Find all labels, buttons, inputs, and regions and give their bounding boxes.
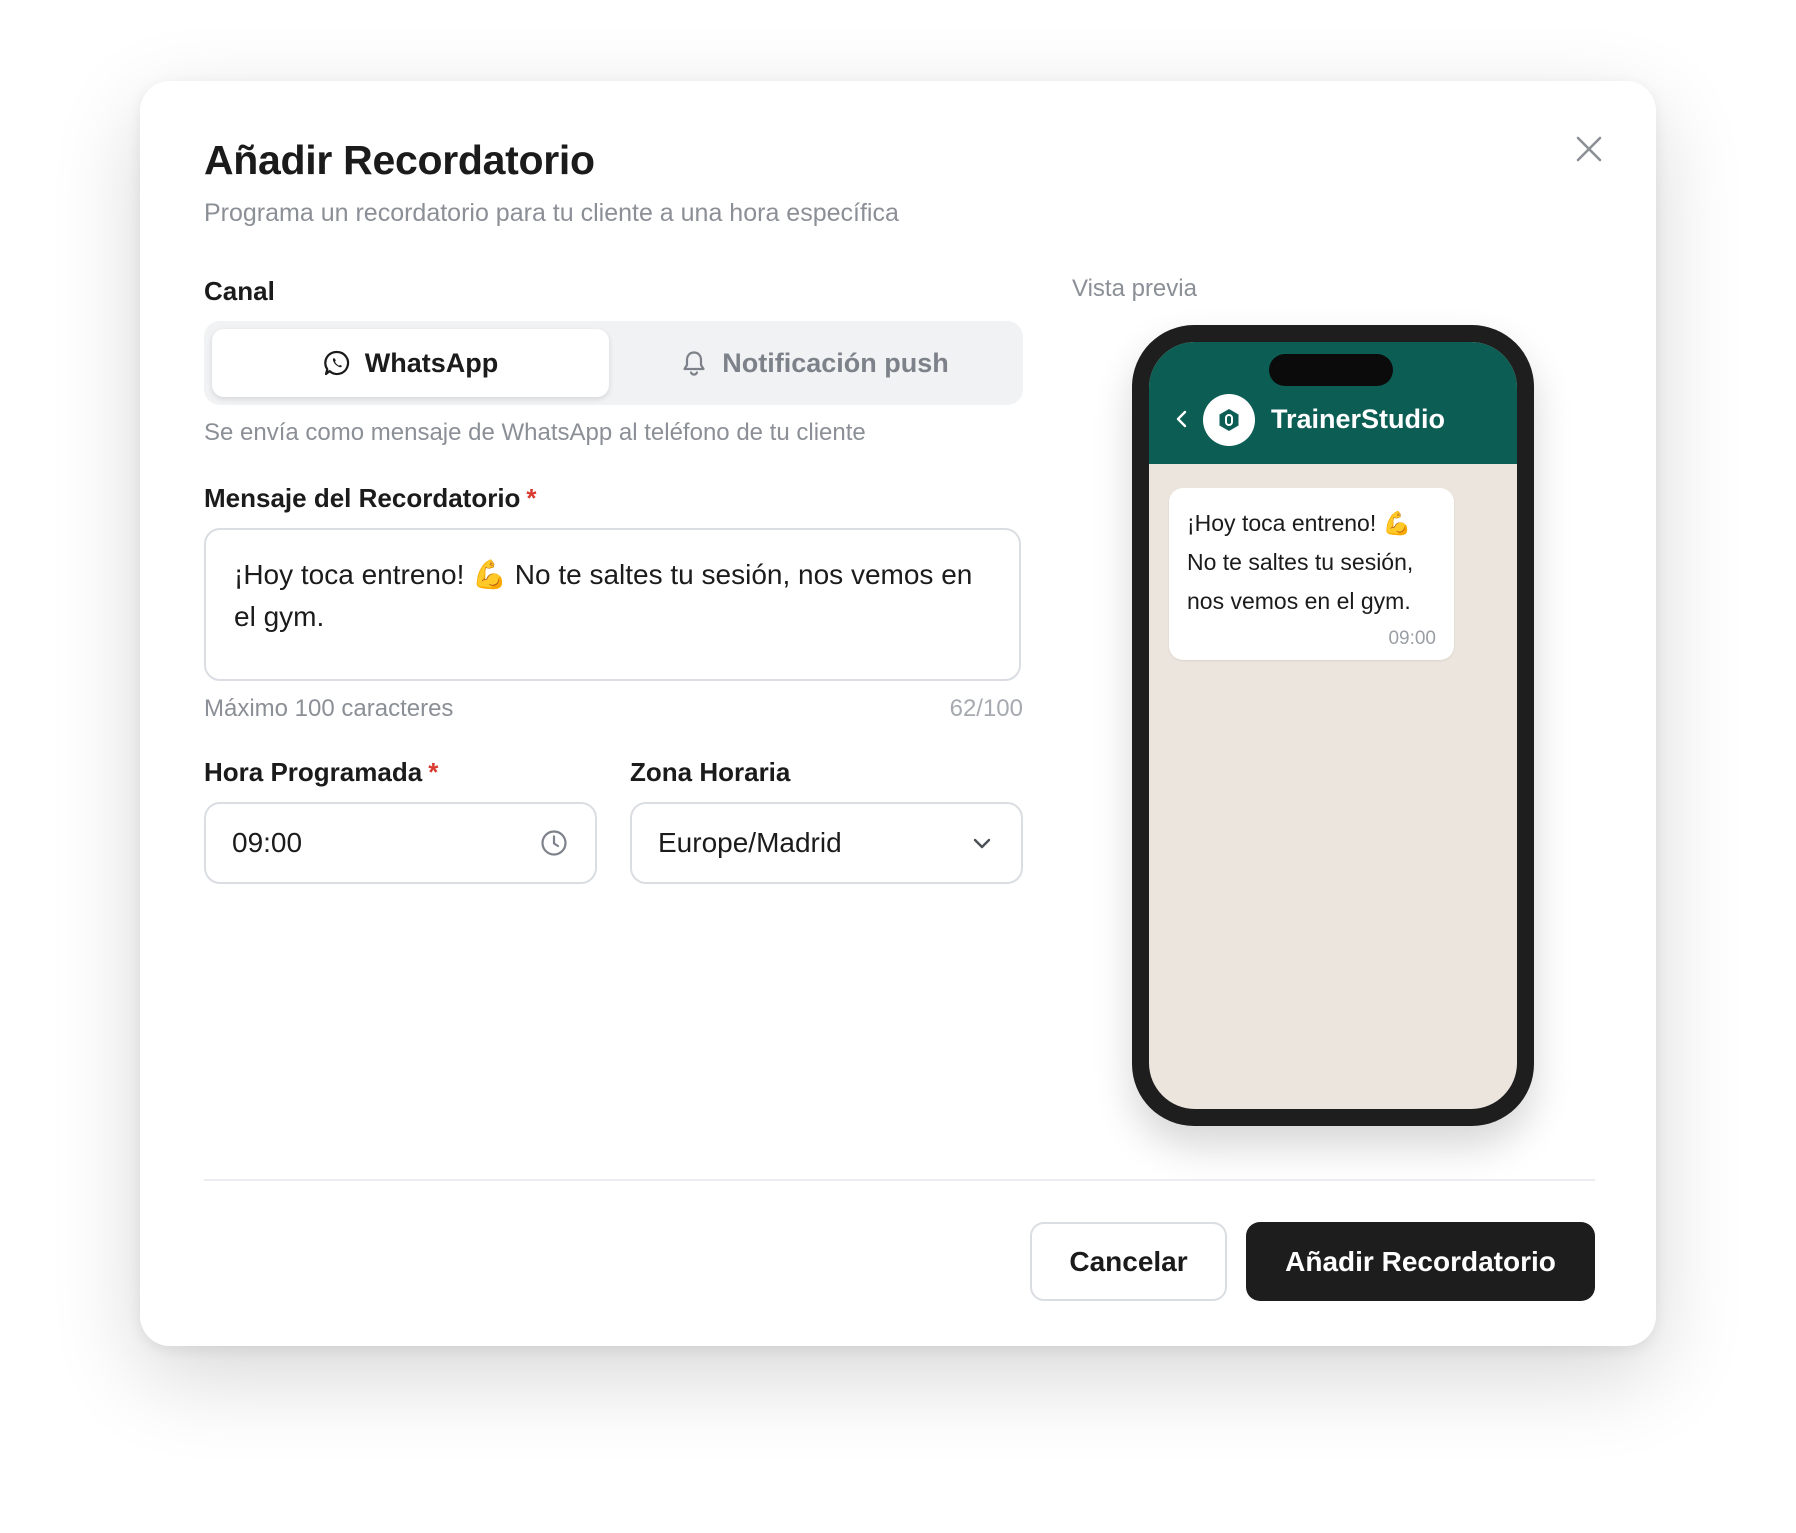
- close-icon: [1576, 136, 1602, 162]
- timezone-value: Europe/Madrid: [658, 827, 842, 858]
- dialog-subtitle: Programa un recordatorio para tu cliente…: [204, 199, 899, 227]
- time-input[interactable]: 09:00: [204, 802, 597, 884]
- back-arrow-icon: [1176, 410, 1187, 428]
- channel-segmented-control: WhatsApp Notificación push: [204, 321, 1023, 405]
- channel-label: Canal: [204, 276, 275, 306]
- required-mark: *: [526, 483, 537, 513]
- character-counter: 62/100: [949, 695, 1023, 722]
- timezone-select[interactable]: Europe/Madrid: [630, 802, 1023, 884]
- time-value: 09:00: [232, 827, 303, 858]
- message-textarea[interactable]: ¡Hoy toca entreno! 💪 No te saltes tu ses…: [204, 528, 1021, 681]
- whatsapp-chat-header: TrainerStudio: [1149, 342, 1517, 464]
- cancel-button[interactable]: Cancelar: [1030, 1222, 1227, 1301]
- time-label-text: Hora Programada: [204, 757, 423, 787]
- whatsapp-icon: [324, 350, 349, 376]
- channel-option-whatsapp-label: WhatsApp: [364, 347, 499, 378]
- message-bubble: ¡Hoy toca entreno! 💪 No te saltes tu ses…: [1169, 488, 1454, 660]
- message-hint: Máximo 100 caracteres: [204, 695, 454, 722]
- chevron-down-icon: [973, 838, 991, 849]
- trainerstudio-logo-icon: [1219, 409, 1239, 431]
- contact-avatar: [1203, 394, 1255, 446]
- preview-label: Vista previa: [1072, 275, 1197, 302]
- close-button[interactable]: [1565, 125, 1613, 173]
- footer-divider: [204, 1179, 1595, 1181]
- phone-preview: TrainerStudio ¡Hoy toca entreno! 💪 No te…: [1132, 325, 1534, 1126]
- timezone-label: Zona Horaria: [630, 757, 791, 787]
- add-reminder-button[interactable]: Añadir Recordatorio: [1246, 1222, 1595, 1301]
- contact-name: TrainerStudio: [1271, 404, 1446, 434]
- bubble-text: ¡Hoy toca entreno! 💪 No te saltes tu ses…: [1187, 510, 1414, 614]
- dialog-title: Añadir Recordatorio: [204, 137, 595, 183]
- dynamic-island: [1269, 354, 1393, 386]
- channel-option-push[interactable]: Notificación push: [614, 329, 1015, 397]
- time-label: Hora Programada *: [204, 757, 438, 788]
- phone-screen: TrainerStudio ¡Hoy toca entreno! 💪 No te…: [1149, 342, 1517, 1109]
- message-label: Mensaje del Recordatorio *: [204, 483, 537, 514]
- required-mark: *: [428, 757, 439, 787]
- channel-helper-text: Se envía como mensaje de WhatsApp al tel…: [204, 419, 866, 446]
- clock-icon[interactable]: [539, 828, 569, 858]
- channel-option-push-label: Notificación push: [722, 347, 949, 378]
- message-label-text: Mensaje del Recordatorio: [204, 483, 521, 513]
- bubble-timestamp: 09:00: [1388, 628, 1436, 649]
- channel-option-whatsapp[interactable]: WhatsApp: [212, 329, 609, 397]
- bell-icon: [683, 351, 705, 376]
- add-reminder-dialog: Añadir Recordatorio Programa un recordat…: [140, 81, 1656, 1346]
